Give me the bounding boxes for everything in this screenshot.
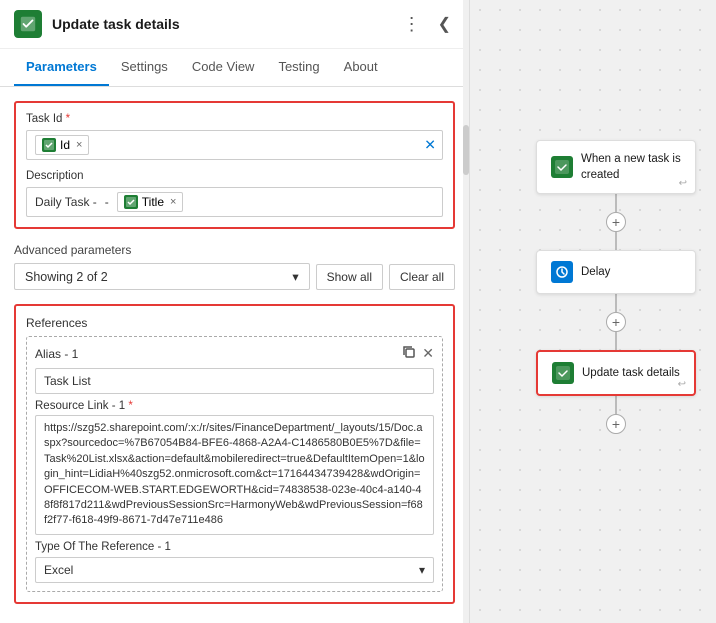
header-actions: ⋮ ❮ — [399, 12, 455, 37]
close-panel-button[interactable]: ❮ — [434, 12, 455, 36]
ref-card: Alias - 1 ✕ Task List — [26, 336, 443, 592]
tab-settings[interactable]: Settings — [109, 49, 180, 86]
panel-title: Update task details — [52, 16, 389, 32]
panel-header: Update task details ⋮ ❮ — [0, 0, 469, 49]
delay-card-text: Delay — [581, 264, 610, 280]
update-card-text: Update task details — [582, 365, 680, 381]
clear-all-button[interactable]: Clear all — [389, 264, 455, 290]
task-id-tag: Id × — [35, 135, 89, 155]
showing-dropdown[interactable]: Showing 2 of 2 ▾ — [14, 263, 310, 290]
panel-content: Task Id * Id × ✕ Description Daily Task … — [0, 87, 469, 623]
delay-icon — [551, 261, 573, 283]
description-input[interactable]: Daily Task - - Title × — [26, 187, 443, 217]
description-prefix: Daily Task - — [35, 195, 97, 209]
ref-close-button[interactable]: ✕ — [422, 345, 434, 362]
scrollbar-thumb — [463, 125, 469, 175]
flow-line-1 — [615, 194, 617, 212]
type-chevron-icon: ▾ — [419, 563, 425, 577]
flow-line-2 — [615, 232, 617, 250]
ref-card-header: Alias - 1 ✕ — [35, 345, 434, 362]
trigger-return-icon: ↩ — [679, 178, 687, 189]
flow-container: When a new task is created ↩ + Delay + — [536, 140, 696, 434]
references-box: References Alias - 1 ✕ — [14, 304, 455, 604]
flow-card-delay[interactable]: Delay — [536, 250, 696, 294]
flow-card-update[interactable]: Update task details ↩ — [536, 350, 696, 396]
ref-actions: ✕ — [402, 345, 434, 362]
tab-about[interactable]: About — [332, 49, 390, 86]
plus-button-1[interactable]: + — [606, 212, 626, 232]
connector-2: + — [606, 294, 626, 350]
flow-line-3 — [615, 294, 617, 312]
flow-line-5 — [615, 396, 617, 414]
connector-1: + — [606, 194, 626, 250]
flow-card-trigger[interactable]: When a new task is created ↩ — [536, 140, 696, 194]
update-return-icon: ↩ — [678, 379, 686, 390]
trigger-icon — [551, 156, 573, 178]
task-list-field[interactable]: Task List — [35, 368, 434, 394]
ref-copy-button[interactable] — [402, 345, 416, 362]
advanced-parameters-section: Advanced parameters Showing 2 of 2 ▾ Sho… — [14, 243, 455, 290]
task-id-tag-close[interactable]: × — [76, 139, 82, 151]
tab-parameters[interactable]: Parameters — [14, 49, 109, 86]
description-tag: Title × — [117, 192, 184, 212]
update-icon — [552, 362, 574, 384]
url-value: https://szg52.sharepoint.com/:x:/r/sites… — [44, 422, 425, 526]
references-label: References — [26, 316, 443, 330]
task-id-clear-btn[interactable]: ✕ — [424, 137, 436, 154]
description-label: Description — [26, 170, 443, 182]
task-list-value: Task List — [44, 374, 91, 388]
resource-link-label: Resource Link - 1 * — [35, 400, 434, 412]
task-fields-box: Task Id * Id × ✕ Description Daily Task … — [14, 101, 455, 229]
connector-3: + — [606, 396, 626, 434]
alias-label: Alias - 1 — [35, 347, 78, 361]
chevron-down-icon: ▾ — [292, 269, 298, 284]
plus-button-3[interactable]: + — [606, 414, 626, 434]
flow-line-4 — [615, 332, 617, 350]
showing-row: Showing 2 of 2 ▾ Show all Clear all — [14, 263, 455, 290]
type-label: Type Of The Reference - 1 — [35, 541, 434, 553]
task-id-label: Task Id * — [26, 113, 443, 125]
plus-button-2[interactable]: + — [606, 312, 626, 332]
trigger-card-text: When a new task is created — [581, 151, 681, 183]
showing-text: Showing 2 of 2 — [25, 270, 108, 284]
panel-icon — [14, 10, 42, 38]
tab-testing[interactable]: Testing — [266, 49, 331, 86]
type-value: Excel — [44, 563, 73, 577]
vertical-scrollbar[interactable] — [463, 0, 469, 623]
resource-link-url[interactable]: https://szg52.sharepoint.com/:x:/r/sites… — [35, 415, 434, 535]
tab-codeview[interactable]: Code View — [180, 49, 267, 86]
left-panel: Update task details ⋮ ❮ Parameters Setti… — [0, 0, 470, 623]
description-tag-close[interactable]: × — [170, 196, 176, 208]
description-tag-icon — [124, 195, 138, 209]
tabs-bar: Parameters Settings Code View Testing Ab… — [0, 49, 469, 87]
task-id-input[interactable]: Id × ✕ — [26, 130, 443, 160]
task-id-tag-icon — [42, 138, 56, 152]
description-tag-text: Title — [142, 195, 164, 209]
show-all-button[interactable]: Show all — [316, 264, 383, 290]
advanced-label: Advanced parameters — [14, 243, 455, 257]
type-select[interactable]: Excel ▾ — [35, 557, 434, 583]
task-id-tag-text: Id — [60, 138, 70, 152]
more-options-button[interactable]: ⋮ — [399, 12, 426, 37]
right-panel: When a new task is created ↩ + Delay + — [470, 0, 716, 623]
